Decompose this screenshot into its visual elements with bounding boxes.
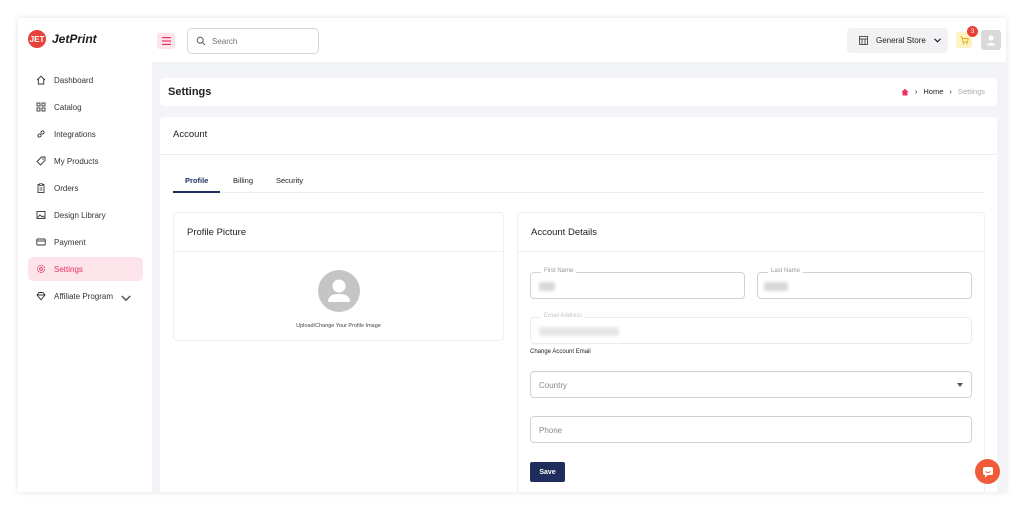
field-label: Last Name bbox=[768, 268, 804, 274]
search-icon bbox=[196, 36, 206, 46]
sidebar-item-orders[interactable]: Orders bbox=[28, 176, 143, 200]
menu-toggle-button[interactable] bbox=[157, 33, 175, 49]
clipboard-icon bbox=[37, 183, 45, 193]
app-window: JET JetPrint General Store 3 Dashboard bbox=[18, 18, 1006, 492]
image-icon bbox=[36, 211, 46, 219]
sidebar-item-affiliate-program[interactable]: Affiliate Program bbox=[28, 284, 143, 308]
phone-field[interactable]: Phone bbox=[530, 416, 972, 443]
tag-icon bbox=[36, 156, 46, 166]
cart-count-badge: 3 bbox=[967, 26, 978, 37]
home-icon[interactable] bbox=[901, 88, 909, 96]
sidebar-item-label: Settings bbox=[54, 264, 83, 274]
country-select[interactable]: Country bbox=[530, 371, 972, 398]
field-label: First Name bbox=[541, 268, 577, 274]
country-placeholder: Country bbox=[539, 381, 568, 390]
sidebar-item-catalog[interactable]: Catalog bbox=[28, 95, 143, 119]
profile-picture-card: Profile Picture Upload/Change Your Profi… bbox=[173, 212, 504, 341]
tab-billing[interactable]: Billing bbox=[233, 176, 253, 185]
sidebar-item-label: Dashboard bbox=[54, 75, 94, 85]
redacted-value bbox=[539, 327, 619, 336]
caret-down-icon bbox=[957, 383, 963, 387]
user-avatar[interactable] bbox=[981, 30, 1001, 50]
page-header: Settings › Home › Settings bbox=[160, 78, 997, 106]
email-field: Email Address bbox=[530, 313, 972, 344]
sidebar-item-integrations[interactable]: Integrations bbox=[28, 122, 143, 146]
main-area: Settings › Home › Settings Account Profi… bbox=[152, 62, 1006, 492]
store-icon bbox=[859, 36, 868, 45]
breadcrumb: › Home › Settings bbox=[901, 87, 985, 96]
search-box[interactable] bbox=[187, 28, 319, 54]
account-tabs: Profile Billing Security bbox=[173, 171, 984, 193]
logo[interactable]: JET JetPrint bbox=[28, 30, 97, 48]
upload-caption[interactable]: Upload/Change Your Profile Image bbox=[174, 323, 503, 329]
store-selector[interactable]: General Store bbox=[847, 28, 948, 53]
grid-icon bbox=[36, 102, 46, 112]
topbar: JET JetPrint General Store 3 bbox=[18, 18, 1006, 62]
change-email-link[interactable]: Change Account Email bbox=[530, 349, 591, 355]
home-icon bbox=[36, 75, 46, 85]
page-title: Settings bbox=[168, 86, 212, 98]
sidebar: Dashboard Catalog Integrations My Produc… bbox=[18, 62, 152, 492]
breadcrumb-home[interactable]: Home bbox=[923, 87, 943, 96]
tab-profile[interactable]: Profile bbox=[185, 176, 208, 185]
link-icon bbox=[37, 130, 45, 138]
chevron-right-icon: › bbox=[949, 87, 952, 96]
card-title: Account Details bbox=[531, 227, 598, 238]
account-details-card: Account Details First Name Last Name Ema… bbox=[517, 212, 985, 492]
breadcrumb-current: Settings bbox=[957, 87, 985, 96]
user-icon bbox=[328, 279, 350, 302]
divider bbox=[174, 251, 503, 252]
card-title: Profile Picture bbox=[187, 227, 247, 238]
sidebar-item-label: Design Library bbox=[54, 210, 106, 220]
divider bbox=[160, 154, 997, 155]
sidebar-item-label: My Products bbox=[54, 156, 99, 166]
chevron-down-icon bbox=[933, 38, 941, 43]
sidebar-item-settings[interactable]: Settings bbox=[28, 257, 143, 281]
chat-icon bbox=[982, 466, 993, 477]
user-icon bbox=[986, 35, 996, 46]
sidebar-item-label: Integrations bbox=[54, 129, 96, 139]
tab-security[interactable]: Security bbox=[276, 176, 303, 185]
card-icon bbox=[36, 238, 46, 246]
chat-widget-button[interactable] bbox=[975, 459, 1000, 484]
profile-avatar-upload[interactable] bbox=[318, 270, 360, 312]
logo-mark: JET bbox=[28, 30, 46, 48]
section-title: Account bbox=[173, 129, 208, 140]
sidebar-item-my-products[interactable]: My Products bbox=[28, 149, 143, 173]
sidebar-item-label: Payment bbox=[54, 237, 86, 247]
cart-icon bbox=[960, 36, 969, 44]
search-input[interactable] bbox=[212, 36, 307, 46]
account-panel: Account Profile Billing Security Profile… bbox=[160, 117, 997, 492]
store-name: General Store bbox=[876, 36, 926, 45]
redacted-value bbox=[539, 282, 555, 291]
first-name-field[interactable]: First Name bbox=[530, 268, 745, 299]
redacted-value bbox=[764, 282, 788, 291]
gear-icon bbox=[36, 264, 46, 274]
sidebar-item-label: Orders bbox=[54, 183, 79, 193]
chevron-down-icon bbox=[121, 295, 131, 302]
phone-placeholder: Phone bbox=[539, 426, 563, 435]
sidebar-item-design-library[interactable]: Design Library bbox=[28, 203, 143, 227]
sidebar-item-label: Catalog bbox=[54, 102, 82, 112]
chevron-right-icon: › bbox=[914, 87, 918, 96]
active-tab-indicator bbox=[173, 191, 220, 193]
hamburger-icon bbox=[161, 37, 171, 45]
save-button[interactable]: Save bbox=[530, 462, 565, 482]
diamond-icon bbox=[36, 292, 46, 301]
last-name-field[interactable]: Last Name bbox=[757, 268, 972, 299]
sidebar-item-dashboard[interactable]: Dashboard bbox=[28, 68, 143, 92]
sidebar-item-payment[interactable]: Payment bbox=[28, 230, 143, 254]
divider bbox=[518, 251, 984, 252]
field-label: Email Address bbox=[541, 313, 586, 319]
sidebar-item-label: Affiliate Program bbox=[54, 291, 113, 301]
app-name: JetPrint bbox=[52, 32, 97, 46]
